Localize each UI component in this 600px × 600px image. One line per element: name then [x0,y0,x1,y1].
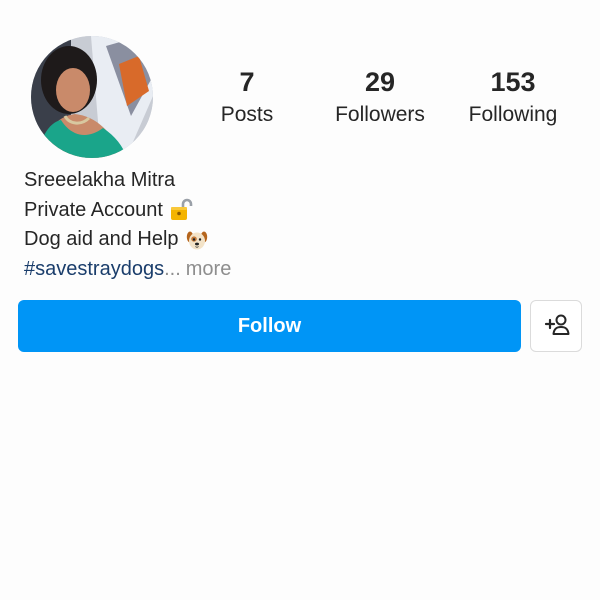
posts-count: 7 [239,67,255,97]
follow-button[interactable]: Follow [18,300,521,352]
followers-stat[interactable]: 29 Followers [325,66,435,128]
followers-count: 29 [364,67,396,97]
profile-avatar[interactable] [31,36,153,158]
bio-hashtag-line: #savestraydogs ... more [24,255,231,285]
profile-name: Sreeelakha Mitra [24,169,176,191]
bio-hashtag-link[interactable]: #savestraydogs [24,255,164,285]
suggested-users-button[interactable] [530,300,582,352]
bio-line-private: Private Account [24,196,231,226]
add-person-icon [541,312,571,341]
posts-label: Posts [220,103,274,126]
bio-line-dog: Dog aid and Help [24,225,231,255]
posts-stat[interactable]: 7 Posts [205,66,289,128]
dog-face-emoji-icon [185,228,209,252]
profile-page: 7 Posts 29 Followers 153 Following Sreee… [0,0,600,600]
following-stat[interactable]: 153 Following [458,66,568,128]
profile-bio: Sreeelakha Mitra Private Account Dog aid… [24,166,231,284]
bio-ellipsis: ... [164,257,181,280]
avatar-photo [31,36,153,158]
bio-more-link[interactable]: more [186,255,232,285]
bio-dog-text: Dog aid and Help [24,228,179,250]
followers-label: Followers [335,103,425,126]
bio-private-text: Private Account [24,198,163,221]
bio-name-line: Sreeelakha Mitra [24,166,231,196]
following-label: Following [468,103,558,126]
lock-emoji-icon [169,198,193,222]
following-count: 153 [490,67,536,97]
